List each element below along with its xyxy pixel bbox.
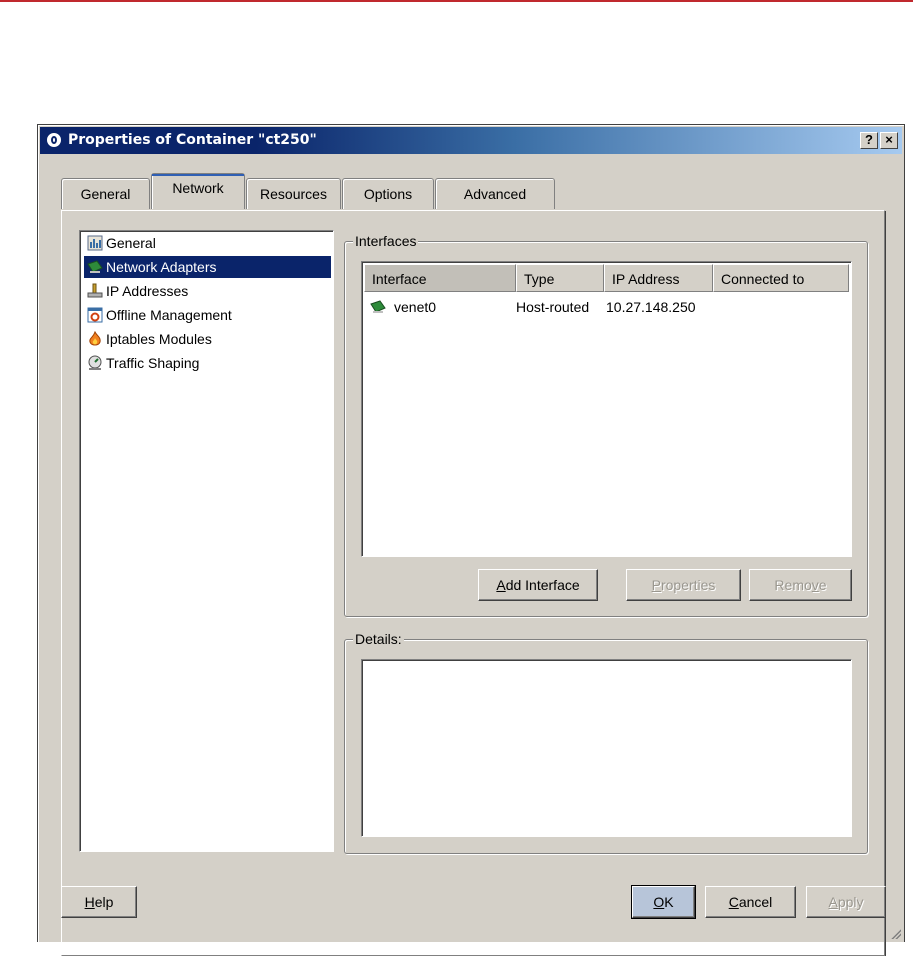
interfaces-group-label: Interfaces (353, 233, 419, 249)
category-tree[interactable]: General Network Adapters IP Addresses Of… (79, 230, 334, 852)
help-titlebar-button[interactable]: ? (860, 132, 878, 149)
tree-item-label: General (106, 235, 156, 251)
ok-button[interactable]: OK (631, 885, 696, 919)
apply-button[interactable]: Apply (806, 886, 886, 918)
title-bar[interactable]: Properties of Container "ct250" ? × (40, 127, 902, 154)
table-row[interactable]: venet0 Host-routed 10.27.148.250 (364, 296, 849, 318)
tab-options[interactable]: Options (342, 178, 434, 209)
tree-item-label: Network Adapters (106, 259, 217, 275)
tree-item-label: Traffic Shaping (106, 355, 200, 371)
interfaces-list[interactable]: Interface Type IP Address Connected to v… (361, 261, 852, 557)
tab-advanced[interactable]: Advanced (435, 178, 555, 209)
cell-interface: venet0 (394, 299, 437, 315)
resize-grip-icon[interactable] (889, 927, 901, 939)
tab-general[interactable]: General (61, 178, 150, 209)
tree-item-label: IP Addresses (106, 283, 189, 299)
tree-item-traffic-shaping[interactable]: Traffic Shaping (84, 352, 203, 374)
tree-item-network-adapters[interactable]: Network Adapters (84, 256, 331, 278)
tree-item-offline-management[interactable]: Offline Management (84, 304, 236, 326)
close-button[interactable]: × (880, 132, 898, 149)
network-adapter-icon (87, 260, 103, 273)
add-interface-button[interactable]: Add Interface (478, 569, 598, 601)
tree-item-iptables-modules[interactable]: Iptables Modules (84, 328, 216, 350)
iptables-fire-icon (89, 331, 101, 346)
remove-button[interactable]: Remove (749, 569, 852, 601)
details-text-area[interactable] (361, 659, 852, 837)
column-header-ip-address[interactable]: IP Address (604, 264, 713, 292)
column-header-connected-to[interactable]: Connected to (713, 264, 849, 292)
properties-dialog: Properties of Container "ct250" ? × Gene… (37, 124, 905, 956)
details-group-label: Details: (353, 631, 404, 647)
column-header-type[interactable]: Type (516, 264, 604, 292)
window-title: Properties of Container "ct250" (68, 132, 317, 148)
column-header-interface[interactable]: Interface (364, 264, 516, 292)
tab-resources[interactable]: Resources (246, 178, 341, 209)
help-button[interactable]: Help (61, 886, 137, 918)
tree-item-general[interactable]: General (84, 232, 160, 254)
cell-type: Host-routed (516, 299, 590, 315)
app-logo-icon (46, 132, 62, 148)
tab-network[interactable]: Network (151, 173, 245, 209)
properties-button[interactable]: Properties (626, 569, 741, 601)
list-header: Interface Type IP Address Connected to (364, 264, 849, 292)
tree-item-ip-addresses[interactable]: IP Addresses (84, 280, 192, 302)
general-icon (87, 235, 103, 251)
top-accent-line (0, 0, 913, 2)
ip-address-icon (87, 283, 103, 298)
traffic-shaping-icon (88, 355, 102, 370)
network-adapter-icon (370, 300, 386, 313)
offline-management-icon (87, 307, 103, 323)
cell-ip-address: 10.27.148.250 (606, 299, 696, 315)
tree-item-label: Offline Management (106, 307, 232, 323)
tree-item-label: Iptables Modules (106, 331, 212, 347)
cancel-button[interactable]: Cancel (705, 886, 796, 918)
